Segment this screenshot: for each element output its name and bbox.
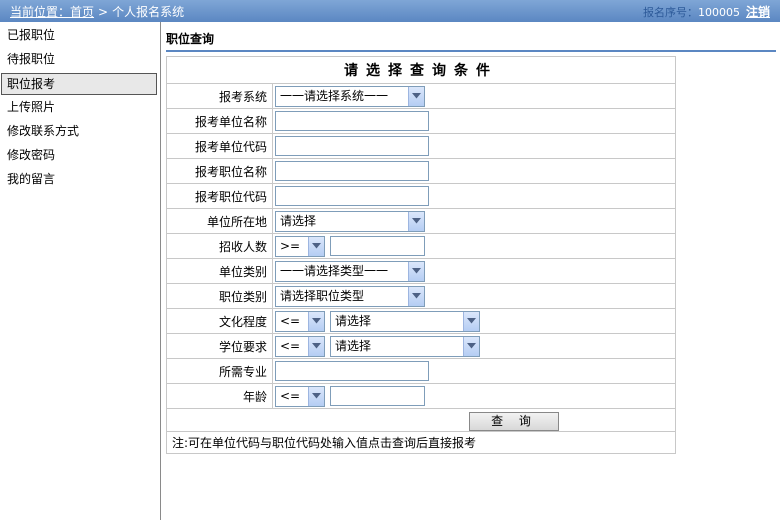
form-row-position-code: 报考职位代码	[166, 183, 676, 209]
form-row-position-type: 职位类别 请选择职位类型	[166, 283, 676, 309]
form-row-education: 文化程度 <= 请选择	[166, 308, 676, 334]
form-row-major: 所需专业	[166, 358, 676, 384]
field-label: 职位类别	[166, 283, 273, 309]
chevron-down-icon	[308, 386, 324, 406]
query-form: 请选择查询条件 报考系统 一一请选择系统一一 报考单位名称 报考单位代码 报考职…	[166, 56, 676, 454]
unit-code-input[interactable]	[275, 136, 429, 156]
serial-value: 100005	[697, 6, 740, 19]
field-label: 报考职位名称	[166, 158, 273, 184]
sidebar-item-pending-positions[interactable]: 待报职位	[0, 48, 158, 70]
position-type-select[interactable]: 请选择职位类型	[275, 285, 425, 307]
field-label: 单位所在地	[166, 208, 273, 234]
field-label: 报考单位名称	[166, 108, 273, 134]
position-name-input[interactable]	[275, 161, 429, 181]
field-label: 报考系统	[166, 83, 273, 109]
sidebar: 已报职位 待报职位 职位报考 上传照片 修改联系方式 修改密码 我的留言	[0, 22, 161, 520]
field-label: 单位类别	[166, 258, 273, 284]
headcount-input[interactable]	[330, 236, 425, 256]
form-row-location: 单位所在地 请选择	[166, 208, 676, 234]
breadcrumb-separator: >	[98, 5, 109, 19]
chevron-down-icon	[463, 311, 479, 331]
form-row-unit-code: 报考单位代码	[166, 133, 676, 159]
top-bar: 当前位置：首页 > 个人报名系统 报名序号：100005 注销	[0, 0, 780, 22]
field-label: 年龄	[166, 383, 273, 409]
form-row-unit-name: 报考单位名称	[166, 108, 676, 134]
form-row-unit-type: 单位类别 一一请选择类型一一	[166, 258, 676, 284]
location-label: 当前位置：	[10, 5, 71, 19]
field-label: 所需专业	[166, 358, 273, 384]
sidebar-item-my-messages[interactable]: 我的留言	[0, 168, 158, 190]
chevron-down-icon	[308, 311, 324, 331]
education-select[interactable]: 请选择	[330, 310, 480, 332]
sidebar-item-reported-positions[interactable]: 已报职位	[0, 24, 158, 46]
page-title: 职位查询	[166, 30, 776, 52]
age-input[interactable]	[330, 386, 425, 406]
field-label: 文化程度	[166, 308, 273, 334]
serial-area: 报名序号：100005 注销	[643, 3, 770, 20]
headcount-operator-select[interactable]: >=	[275, 235, 325, 257]
sidebar-item-edit-contact[interactable]: 修改联系方式	[0, 120, 158, 142]
query-button[interactable]: 查 询	[469, 412, 559, 431]
field-label: 招收人数	[166, 233, 273, 259]
field-label: 报考单位代码	[166, 133, 273, 159]
major-input[interactable]	[275, 361, 429, 381]
degree-select[interactable]: 请选择	[330, 335, 480, 357]
chevron-down-icon	[408, 286, 424, 306]
field-label: 学位要求	[166, 333, 273, 359]
logout-link[interactable]: 注销	[746, 5, 770, 19]
chevron-down-icon	[308, 236, 324, 256]
note-text: 注:可在单位代码与职位代码处输入值点击查询后直接报考	[166, 431, 676, 454]
sidebar-item-upload-photo[interactable]: 上传照片	[0, 96, 158, 118]
current-page-label: 个人报名系统	[112, 5, 185, 19]
chevron-down-icon	[408, 261, 424, 281]
education-operator-select[interactable]: <=	[275, 310, 325, 332]
chevron-down-icon	[408, 211, 424, 231]
serial-label: 报名序号：	[642, 6, 698, 19]
degree-operator-select[interactable]: <=	[275, 335, 325, 357]
form-row-age: 年龄 <=	[166, 383, 676, 409]
unit-type-select[interactable]: 一一请选择类型一一	[275, 260, 425, 282]
chevron-down-icon	[308, 336, 324, 356]
button-row: 查 询	[166, 408, 676, 432]
system-select[interactable]: 一一请选择系统一一	[275, 85, 425, 107]
form-row-position-name: 报考职位名称	[166, 158, 676, 184]
sidebar-item-apply-position[interactable]: 职位报考	[1, 73, 157, 95]
form-row-degree: 学位要求 <= 请选择	[166, 333, 676, 359]
age-operator-select[interactable]: <=	[275, 385, 325, 407]
field-label: 报考职位代码	[166, 183, 273, 209]
chevron-down-icon	[408, 86, 424, 106]
chevron-down-icon	[463, 336, 479, 356]
location-select[interactable]: 请选择	[275, 210, 425, 232]
unit-name-input[interactable]	[275, 111, 429, 131]
form-row-headcount: 招收人数 >=	[166, 233, 676, 259]
sidebar-item-change-password[interactable]: 修改密码	[0, 144, 158, 166]
form-row-system: 报考系统 一一请选择系统一一	[166, 83, 676, 109]
form-header: 请选择查询条件	[166, 56, 676, 84]
position-code-input[interactable]	[275, 186, 429, 206]
home-link[interactable]: 首页	[70, 5, 94, 19]
breadcrumb: 当前位置：首页 > 个人报名系统	[10, 3, 184, 20]
